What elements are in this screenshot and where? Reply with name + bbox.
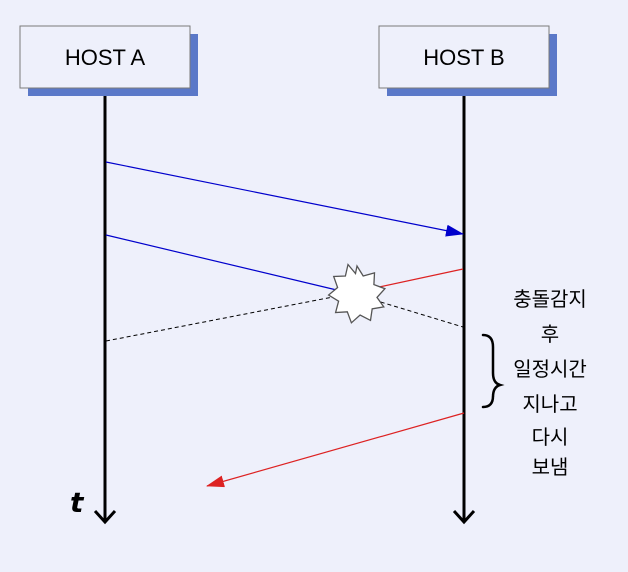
backoff-note: 충돌감지 후 일정시간 지나고 다시 보냄 — [513, 287, 587, 479]
note-line: 지나고 — [522, 392, 577, 416]
host-a-box: HOST A — [19, 25, 198, 96]
sequence-diagram: HOST A HOST B t 충돌감지 후 일정시간 지나고 다시 보냄 — [0, 0, 628, 572]
frame-b-retransmit — [206, 412, 465, 488]
backoff-brace — [481, 333, 505, 409]
frame-a-to-b-success — [105, 161, 464, 237]
note-line: 일정시간 — [513, 357, 587, 381]
time-label: t — [70, 486, 85, 519]
jam-signal-to-a — [105, 295, 339, 342]
diagram-canvas: HOST A HOST B t 충돌감지 후 일정시간 지나고 다시 보냄 — [19, 25, 587, 525]
collision-star-icon — [327, 263, 387, 324]
frame-b-collided — [369, 268, 464, 290]
note-line: 후 — [541, 322, 559, 346]
frame-a-collided — [105, 234, 346, 293]
note-line: 충돌감지 — [513, 287, 587, 311]
host-b-label: HOST B — [423, 45, 505, 70]
host-a-label: HOST A — [65, 45, 146, 70]
note-line: 보냄 — [532, 455, 569, 479]
note-line: 다시 — [532, 425, 569, 449]
jam-signal-to-b — [373, 299, 464, 328]
host-b-box: HOST B — [378, 25, 557, 96]
